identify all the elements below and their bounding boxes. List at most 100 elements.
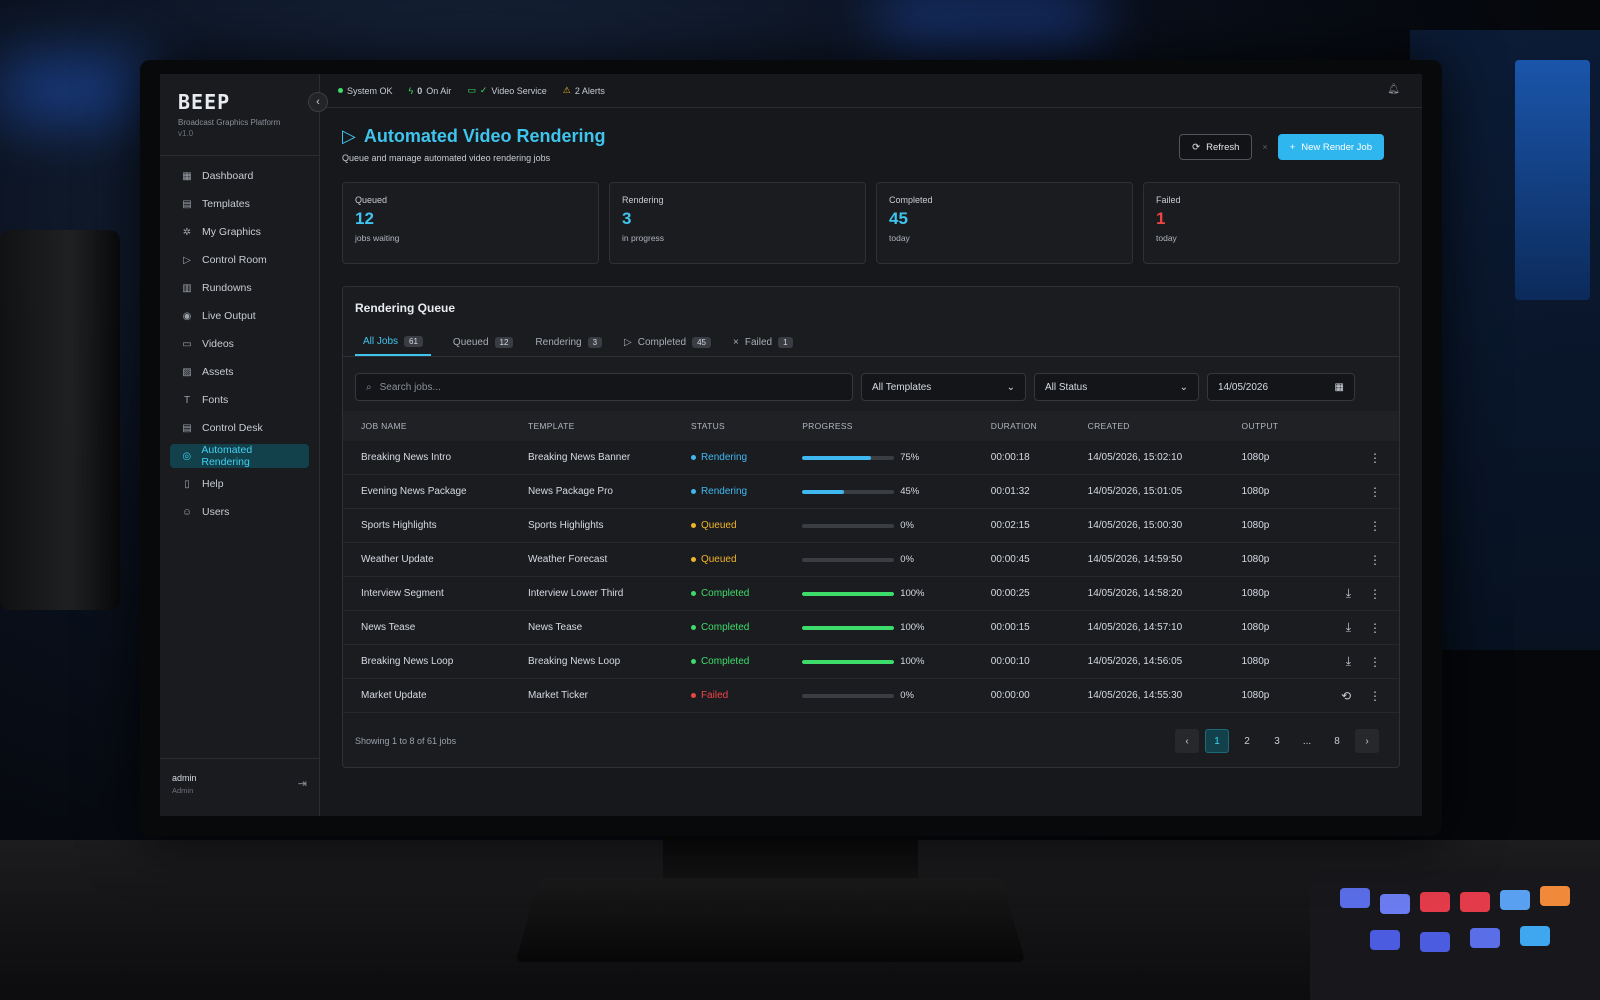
warning-icon: ⚠	[562, 85, 571, 95]
progress-percent: 75%	[900, 452, 920, 464]
brand-subtitle: Broadcast Graphics Platform	[178, 118, 281, 127]
tab-completed[interactable]: ▷ Completed 45	[624, 337, 711, 356]
stat-card-failed: Failed 1 today	[1143, 182, 1400, 264]
users-icon: ☺	[181, 506, 193, 518]
more-icon[interactable]: ⋮	[1369, 553, 1381, 567]
template-name: Sports Highlights	[509, 508, 673, 544]
progress-fill	[802, 659, 895, 664]
tab-queued[interactable]: Queued 12	[453, 337, 514, 356]
more-icon[interactable]: ⋮	[1369, 485, 1381, 499]
alerts-status[interactable]: ⚠ 2 Alerts	[563, 85, 605, 96]
next-page-button[interactable]: ›	[1355, 729, 1379, 754]
progress-bar	[802, 625, 895, 630]
sidebar-item-live-output[interactable]: ◉ Live Output	[170, 304, 309, 328]
bell-icon[interactable]: 🔔︎	[1387, 84, 1400, 95]
more-icon[interactable]: ⋮	[1369, 587, 1381, 601]
sidebar-item-dashboard[interactable]: ▦ Dashboard	[170, 164, 309, 188]
job-name: Breaking News Loop	[343, 644, 510, 680]
table-row[interactable]: Interview Segment Interview Lower Third Co…	[343, 576, 1399, 612]
logout-icon[interactable]: ⇥	[298, 777, 307, 790]
status-cell: Failed	[672, 678, 785, 714]
on-air-status: ϟ 0 On Air	[409, 86, 452, 96]
search-input[interactable]: ⌕ Search jobs...	[355, 373, 853, 401]
date-filter[interactable]: 14/05/2026 ▦	[1207, 373, 1355, 401]
progress-cell: 0%	[784, 508, 973, 544]
video-service-status: ▭ ✓ Video Service	[467, 85, 546, 96]
more-icon[interactable]: ⋮	[1369, 451, 1381, 465]
sidebar-item-control-desk[interactable]: ▤ Control Desk	[170, 416, 309, 440]
table-row[interactable]: Sports Highlights Sports Highlights Queued…	[343, 508, 1399, 544]
progress-bar	[802, 591, 895, 596]
sidebar-item-rundowns[interactable]: ▥ Rundowns	[170, 276, 309, 300]
actions: ⋮	[1327, 485, 1381, 499]
progress-percent: 45%	[900, 486, 920, 498]
download-icon[interactable]: ⤓	[1346, 654, 1351, 669]
output-resolution: 1080p	[1223, 576, 1310, 612]
search-placeholder: Search jobs...	[379, 381, 441, 393]
new-render-job-button[interactable]: + New Render Job	[1277, 134, 1384, 160]
sidebar-item-my-graphics[interactable]: ✲ My Graphics	[170, 220, 309, 244]
sidebar-item-help[interactable]: ▯ Help	[170, 472, 309, 496]
sidebar-item-fonts[interactable]: T Fonts	[170, 388, 309, 412]
rendering-queue: Rendering Queue All Jobs 61 Queued 12 Render…	[342, 286, 1400, 768]
refresh-button[interactable]: ⟳ Refresh	[1179, 134, 1253, 160]
created-at: 14/05/2026, 14:55:30	[1069, 678, 1224, 714]
sidebar-item-assets[interactable]: ▨ Assets	[170, 360, 309, 384]
template-name: Interview Lower Third	[509, 576, 673, 612]
table-row[interactable]: Weather Update Weather Forecast Queued 0% 00…	[343, 542, 1399, 578]
sidebar-item-users[interactable]: ☺ Users	[170, 500, 309, 524]
table-row[interactable]: Market Update Market Ticker Failed 0% 00:00:…	[343, 678, 1399, 714]
status-badge: Queued	[690, 509, 766, 542]
app-window: BEEP Broadcast Graphics Platform v1.0 ‹ …	[160, 74, 1422, 816]
tab-label: Rendering	[535, 337, 582, 348]
sidebar-item-templates[interactable]: ▤ Templates	[170, 192, 309, 216]
sidebar-item-automated-rendering[interactable]: ◎ Automated Rendering	[170, 444, 309, 468]
collapse-sidebar-button[interactable]: ‹	[308, 92, 328, 112]
new-render-job-label: New Render Job	[1301, 141, 1372, 153]
sidebar-item-videos[interactable]: ▭ Videos	[170, 332, 309, 356]
table-row[interactable]: Breaking News Intro Breaking News Banner R…	[343, 441, 1399, 476]
created-at: 14/05/2026, 15:00:30	[1069, 508, 1224, 544]
table-row[interactable]: Breaking News Loop Breaking News Loop Comp…	[343, 644, 1399, 680]
template-name: Weather Forecast	[509, 542, 673, 578]
download-icon[interactable]: ⤓	[1346, 620, 1351, 635]
prev-page-button[interactable]: ‹	[1175, 729, 1199, 754]
status-filter[interactable]: All Status ⌄	[1034, 373, 1199, 401]
more-icon[interactable]: ⋮	[1369, 621, 1381, 635]
page-button[interactable]: 8	[1325, 729, 1349, 753]
page-button[interactable]: 3	[1265, 729, 1289, 753]
more-icon[interactable]: ⋮	[1369, 519, 1381, 533]
play-small-icon: ▷	[624, 337, 632, 348]
user-name: admin	[172, 773, 197, 783]
tab-all-jobs[interactable]: All Jobs 61	[355, 336, 431, 356]
main: System OK ϟ 0 On Air ▭ ✓ Video Service ⚠ 2 Al…	[320, 74, 1422, 816]
more-icon[interactable]: ⋮	[1369, 655, 1381, 669]
stat-label: Queued	[355, 195, 388, 205]
chevron-down-icon: ⌄	[1006, 381, 1015, 393]
progress-fill	[802, 455, 872, 460]
page-button[interactable]: 2	[1235, 729, 1259, 753]
table-row[interactable]: Evening News Package News Package Pro Rend…	[343, 474, 1399, 510]
control-surface	[1310, 870, 1600, 1000]
table-row[interactable]: News Tease News Tease Completed 100% 00:00:1…	[343, 610, 1399, 646]
progress-percent: 100%	[900, 656, 925, 668]
job-name: Breaking News Intro	[343, 441, 510, 476]
tab-failed[interactable]: × Failed 1	[733, 337, 793, 356]
more-icon[interactable]: ⋮	[1369, 689, 1381, 703]
progress-cell: 75%	[784, 441, 973, 476]
tab-rendering[interactable]: Rendering 3	[535, 337, 603, 356]
progress-bar	[802, 455, 895, 460]
sidebar-item-control-room[interactable]: ▷ Control Room	[170, 248, 309, 272]
broadcast-icon: ◉	[182, 310, 192, 322]
divider: ×	[1262, 142, 1268, 152]
status-label: Completed	[700, 622, 750, 634]
download-icon[interactable]: ⤓	[1346, 586, 1351, 601]
stat-value: 12	[355, 209, 374, 228]
retry-icon[interactable]: ⟲	[1341, 689, 1351, 703]
status-badge: Queued	[690, 543, 766, 576]
template-filter[interactable]: All Templates ⌄	[861, 373, 1026, 401]
page-button[interactable]: 1	[1205, 729, 1229, 754]
duration: 00:00:18	[972, 441, 1070, 476]
status-cell: Rendering	[672, 474, 785, 510]
sidebar-item-label: Help	[202, 478, 224, 490]
